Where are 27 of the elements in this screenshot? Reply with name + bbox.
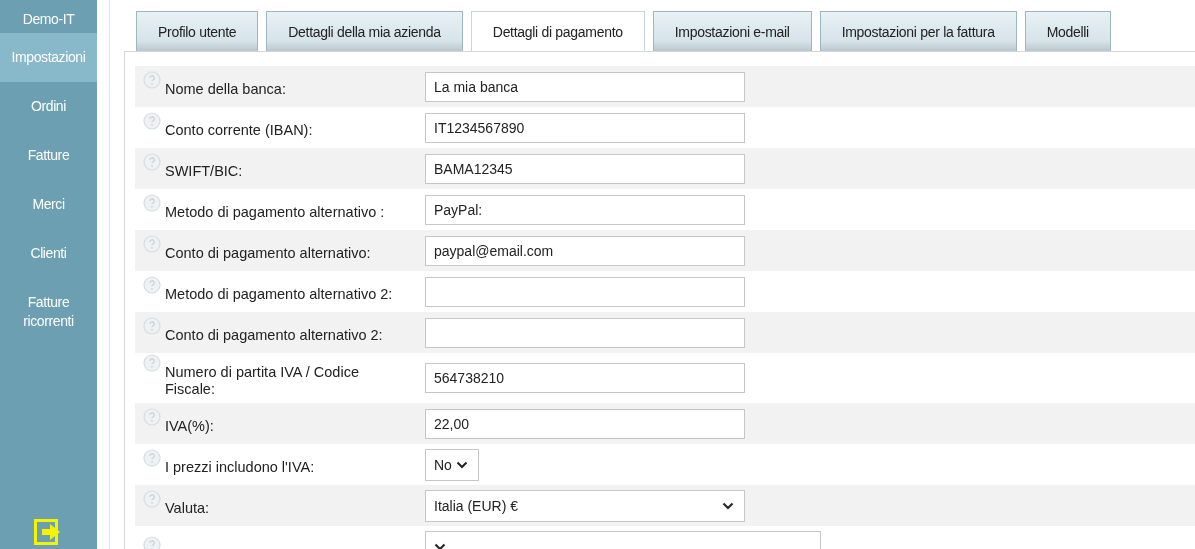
tab[interactable]: Modelli bbox=[1024, 11, 1111, 51]
field-label: I prezzi includono l'IVA: bbox=[165, 458, 315, 476]
field-label: SWIFT/BIC: bbox=[165, 162, 243, 180]
field-label: Conto di pagamento alternativo 2: bbox=[165, 326, 383, 344]
field-label: Numero di partita IVA / Codice Fiscale: bbox=[165, 363, 360, 398]
dropdown[interactable]: Italia (EUR) € bbox=[425, 489, 745, 522]
field-label: Metodo di pagamento alternativo : bbox=[165, 203, 385, 221]
dropdown[interactable]: No bbox=[425, 448, 479, 481]
field-label: Metodo di pagamento alternativo 2: bbox=[165, 285, 393, 303]
app-title: Demo-IT bbox=[21, 10, 76, 29]
text-field[interactable]: IT1234567890 bbox=[425, 112, 745, 143]
tab[interactable]: Impostazioni e-mail bbox=[652, 11, 812, 51]
tab[interactable]: Profilo utente bbox=[136, 11, 259, 51]
text-field[interactable]: paypal@email.com bbox=[425, 235, 745, 266]
field-label: Conto corrente (IBAN): bbox=[165, 121, 313, 139]
text-field[interactable]: 22,00 bbox=[425, 408, 745, 439]
field-label: IVA(%): bbox=[165, 417, 214, 435]
text-field[interactable]: 564738210 bbox=[425, 363, 745, 393]
text-field[interactable]: BAMA12345 bbox=[425, 153, 745, 184]
tab[interactable]: Impostazioni per la fattura bbox=[819, 11, 1017, 51]
text-field[interactable]: La mia banca bbox=[425, 71, 745, 102]
field-label: Conto di pagamento alternativo: bbox=[165, 244, 371, 262]
tab[interactable]: Dettagli della mia azienda bbox=[266, 11, 463, 51]
tab[interactable]: Dettagli di pagamento bbox=[470, 11, 645, 51]
field-label: Nome della banca: bbox=[165, 80, 286, 98]
field-label: Valuta: bbox=[165, 499, 210, 517]
text-field[interactable]: PayPal: bbox=[425, 194, 745, 225]
